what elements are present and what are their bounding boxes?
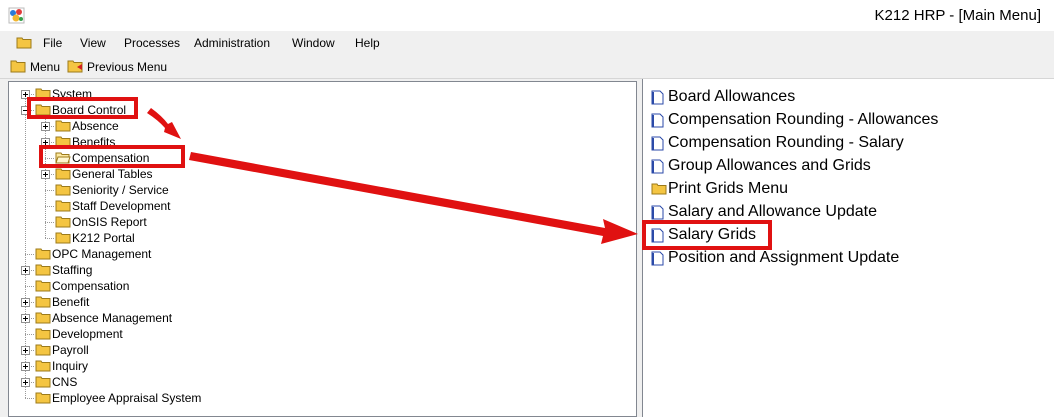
- folder-icon: [55, 199, 71, 215]
- tree-item-label: Inquiry: [52, 359, 89, 373]
- tree-connector: [45, 206, 54, 207]
- tree-connector: [45, 190, 54, 191]
- window-title: K212 HRP - [Main Menu]: [874, 7, 1041, 24]
- submenu-item-label: Salary Grids: [668, 226, 757, 243]
- folder-icon: [35, 311, 51, 327]
- tree-item-label: OPC Management: [52, 247, 152, 261]
- tree-connector: [25, 254, 34, 255]
- tree-item-label: Benefits: [72, 135, 116, 149]
- tree-connector: [25, 334, 34, 335]
- folder-icon: [35, 247, 51, 263]
- open-folder-icon: [55, 151, 71, 167]
- folder-icon: [35, 375, 51, 391]
- expand-toggle[interactable]: [41, 138, 50, 147]
- folder-icon: [10, 60, 26, 73]
- submenu-item-label: Salary and Allowance Update: [668, 203, 878, 220]
- expand-toggle[interactable]: [21, 378, 30, 387]
- folder-icon: [35, 343, 51, 359]
- tree-connector: [25, 286, 34, 287]
- submenu-item-label: Position and Assignment Update: [668, 249, 900, 266]
- tree-item-label: Absence: [72, 119, 119, 133]
- expand-toggle[interactable]: [41, 170, 50, 179]
- collapse-toggle[interactable]: [21, 106, 30, 115]
- folder-icon[interactable]: [16, 36, 32, 49]
- menu-bar: File View Processes Administration Windo…: [0, 31, 1054, 55]
- folder-icon: [35, 87, 51, 103]
- tree-item-label: Employee Appraisal System: [52, 391, 202, 405]
- tree-item-label: Staff Development: [72, 199, 171, 213]
- k212-app-icon[interactable]: [8, 7, 25, 24]
- submenu-item-label: Board Allowances: [668, 88, 796, 105]
- folder-icon: [55, 167, 71, 183]
- tree-item-label: Board Control: [52, 103, 127, 117]
- submenu-item-label: Compensation Rounding - Allowances: [668, 111, 939, 128]
- menu-help[interactable]: Help: [355, 36, 380, 50]
- tree-item-label: Development: [52, 327, 123, 341]
- folder-icon: [55, 215, 71, 231]
- menu-button-label: Menu: [30, 60, 61, 74]
- menu-tree[interactable]: System Board Control Absence Benefits Compen…: [8, 81, 637, 417]
- folder-icon: [35, 263, 51, 279]
- submenu-list[interactable]: Board Allowances Compensation Rounding - …: [642, 79, 1054, 417]
- folder-icon: [55, 119, 71, 135]
- expand-toggle[interactable]: [21, 314, 30, 323]
- tree-item-label: Compensation: [52, 279, 130, 293]
- tree-item-label: CNS: [52, 375, 78, 389]
- tree-item-label: Benefit: [52, 295, 90, 309]
- tree-item-label: General Tables: [72, 167, 153, 181]
- expand-toggle[interactable]: [41, 122, 50, 131]
- folder-icon: [35, 295, 51, 311]
- expand-toggle[interactable]: [21, 298, 30, 307]
- tree-item-label: Staffing: [52, 263, 93, 277]
- folder-icon: [35, 391, 51, 407]
- folder-icon: [55, 231, 71, 247]
- expand-toggle[interactable]: [21, 346, 30, 355]
- folder-icon: [55, 135, 71, 151]
- previous-menu-icon: [67, 60, 83, 73]
- folder-icon: [35, 327, 51, 343]
- folder-icon: [55, 183, 71, 199]
- folder-icon: [35, 279, 51, 295]
- left-panel: System Board Control Absence Benefits Compen…: [0, 79, 642, 417]
- expand-toggle[interactable]: [21, 362, 30, 371]
- tree-item-label: Absence Management: [52, 311, 173, 325]
- expand-toggle[interactable]: [21, 90, 30, 99]
- title-bar: K212 HRP - [Main Menu]: [0, 0, 1054, 31]
- menu-file[interactable]: File: [43, 36, 62, 50]
- tree-connector: [25, 398, 34, 399]
- menu-view[interactable]: View: [80, 36, 106, 50]
- expand-toggle[interactable]: [21, 266, 30, 275]
- menu-button[interactable]: Menu: [10, 58, 62, 76]
- tree-item-label: Compensation: [72, 151, 150, 165]
- tree-connector: [45, 222, 54, 223]
- tree-item-label: Payroll: [52, 343, 89, 357]
- tree-item-label: K212 Portal: [72, 231, 135, 245]
- previous-menu-button-label: Previous Menu: [87, 60, 168, 74]
- previous-menu-button[interactable]: Previous Menu: [67, 58, 169, 76]
- folder-icon: [35, 103, 51, 119]
- tree-connector: [45, 238, 54, 239]
- tree-item-label: System: [52, 87, 93, 101]
- tree-item-label: OnSIS Report: [72, 215, 147, 229]
- submenu-item-label: Compensation Rounding - Salary: [668, 134, 904, 151]
- submenu-item-label: Group Allowances and Grids: [668, 157, 871, 174]
- submenu-item-label: Print Grids Menu: [668, 180, 789, 197]
- menu-administration[interactable]: Administration: [194, 36, 270, 50]
- tree-connector: [45, 158, 54, 159]
- menu-processes[interactable]: Processes: [124, 36, 180, 50]
- toolbar: Menu Previous Menu: [0, 55, 1054, 79]
- folder-icon: [35, 359, 51, 375]
- menu-window[interactable]: Window: [292, 36, 335, 50]
- tree-item-label: Seniority / Service: [72, 183, 169, 197]
